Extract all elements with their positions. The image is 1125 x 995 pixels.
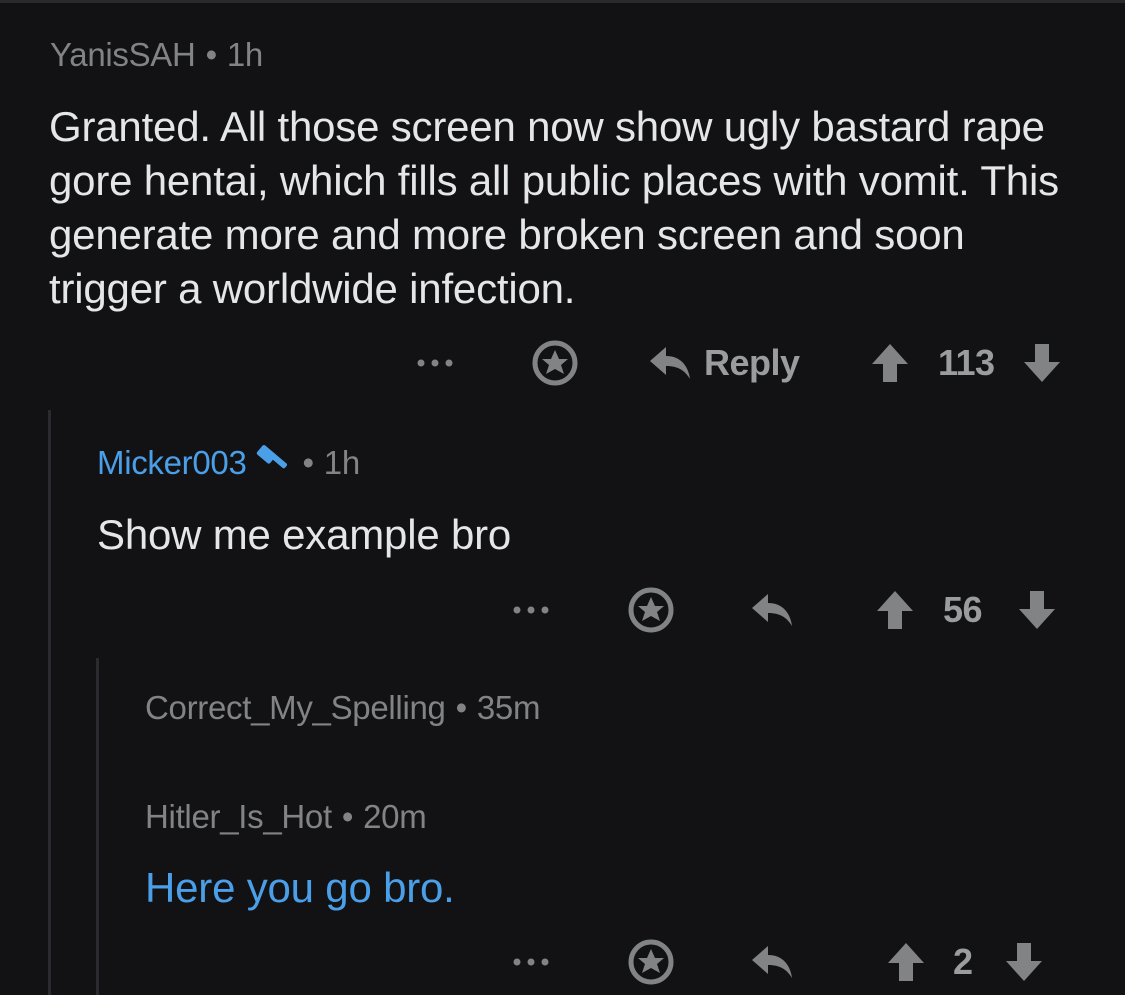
downvote-arrow-icon: [1024, 344, 1060, 382]
award-icon: [532, 340, 578, 386]
timestamp: 35m: [476, 689, 541, 726]
more-options-icon: [417, 359, 453, 367]
username[interactable]: Micker003: [97, 444, 247, 481]
more-options-icon: [513, 958, 549, 966]
comment-actions: 56: [0, 580, 1125, 640]
upvote-button[interactable]: [870, 333, 910, 393]
comment-meta: Micker003 • 1h: [97, 444, 360, 486]
comment-body: Granted. All those screen now show ugly …: [49, 103, 1059, 312]
timestamp: 1h: [226, 36, 263, 73]
meta-separator: •: [341, 798, 354, 835]
comment-body: Show me example bro: [97, 511, 512, 558]
username[interactable]: Correct_My_Spelling: [145, 689, 446, 726]
vote-count-label: 113: [938, 342, 995, 383]
upvote-arrow-icon: [872, 344, 908, 382]
upvote-button[interactable]: [886, 932, 926, 992]
reply-arrow-icon: [752, 946, 792, 978]
downvote-arrow-icon: [1006, 943, 1042, 981]
reply-label: Reply: [704, 342, 800, 383]
comment-meta: YanisSAH • 1h: [50, 36, 263, 74]
comment-actions: Reply 113: [0, 333, 1125, 393]
top-divider: [0, 0, 1125, 3]
vote-count-label: 56: [943, 589, 983, 630]
more-options-button[interactable]: [512, 932, 550, 992]
vote-count: 2: [953, 932, 973, 992]
comment-meta: Correct_My_Spelling • 35m: [145, 689, 540, 727]
downvote-button[interactable]: [1022, 333, 1062, 393]
reply-arrow-icon: [650, 347, 690, 379]
reply-arrow-icon: [752, 594, 792, 626]
reply-button[interactable]: [750, 580, 794, 640]
vote-count: 56: [943, 580, 983, 640]
more-options-icon: [513, 606, 549, 614]
upvote-button[interactable]: [875, 580, 915, 640]
comment-meta: Hitler_Is_Hot • 20m: [145, 798, 427, 836]
award-button[interactable]: [628, 932, 674, 992]
downvote-button[interactable]: [1017, 580, 1057, 640]
comment-body-link[interactable]: Here you go bro.: [145, 861, 1045, 915]
award-button[interactable]: [628, 580, 674, 640]
award-icon: [628, 587, 674, 633]
meta-separator: •: [455, 689, 468, 726]
more-options-button[interactable]: [416, 333, 454, 393]
downvote-button[interactable]: [1004, 932, 1044, 992]
more-options-button[interactable]: [512, 580, 550, 640]
username[interactable]: YanisSAH: [50, 36, 196, 73]
mod-badge: [255, 444, 293, 486]
username[interactable]: Hitler_Is_Hot: [145, 798, 332, 835]
timestamp: 1h: [323, 444, 360, 481]
meta-separator: •: [205, 36, 218, 73]
upvote-arrow-icon: [877, 591, 913, 629]
reply-button[interactable]: Reply: [648, 333, 800, 393]
vote-count: 113: [938, 333, 995, 393]
upvote-arrow-icon: [888, 943, 924, 981]
award-icon: [628, 939, 674, 985]
comment-actions: 2: [0, 932, 1125, 992]
timestamp: 20m: [363, 798, 427, 835]
thread-line-level-1[interactable]: [48, 410, 51, 995]
award-button[interactable]: [532, 333, 578, 393]
hammer-icon: [256, 445, 287, 469]
meta-separator: •: [302, 444, 315, 481]
reply-button[interactable]: [750, 932, 794, 992]
downvote-arrow-icon: [1019, 591, 1055, 629]
vote-count-label: 2: [953, 941, 973, 982]
